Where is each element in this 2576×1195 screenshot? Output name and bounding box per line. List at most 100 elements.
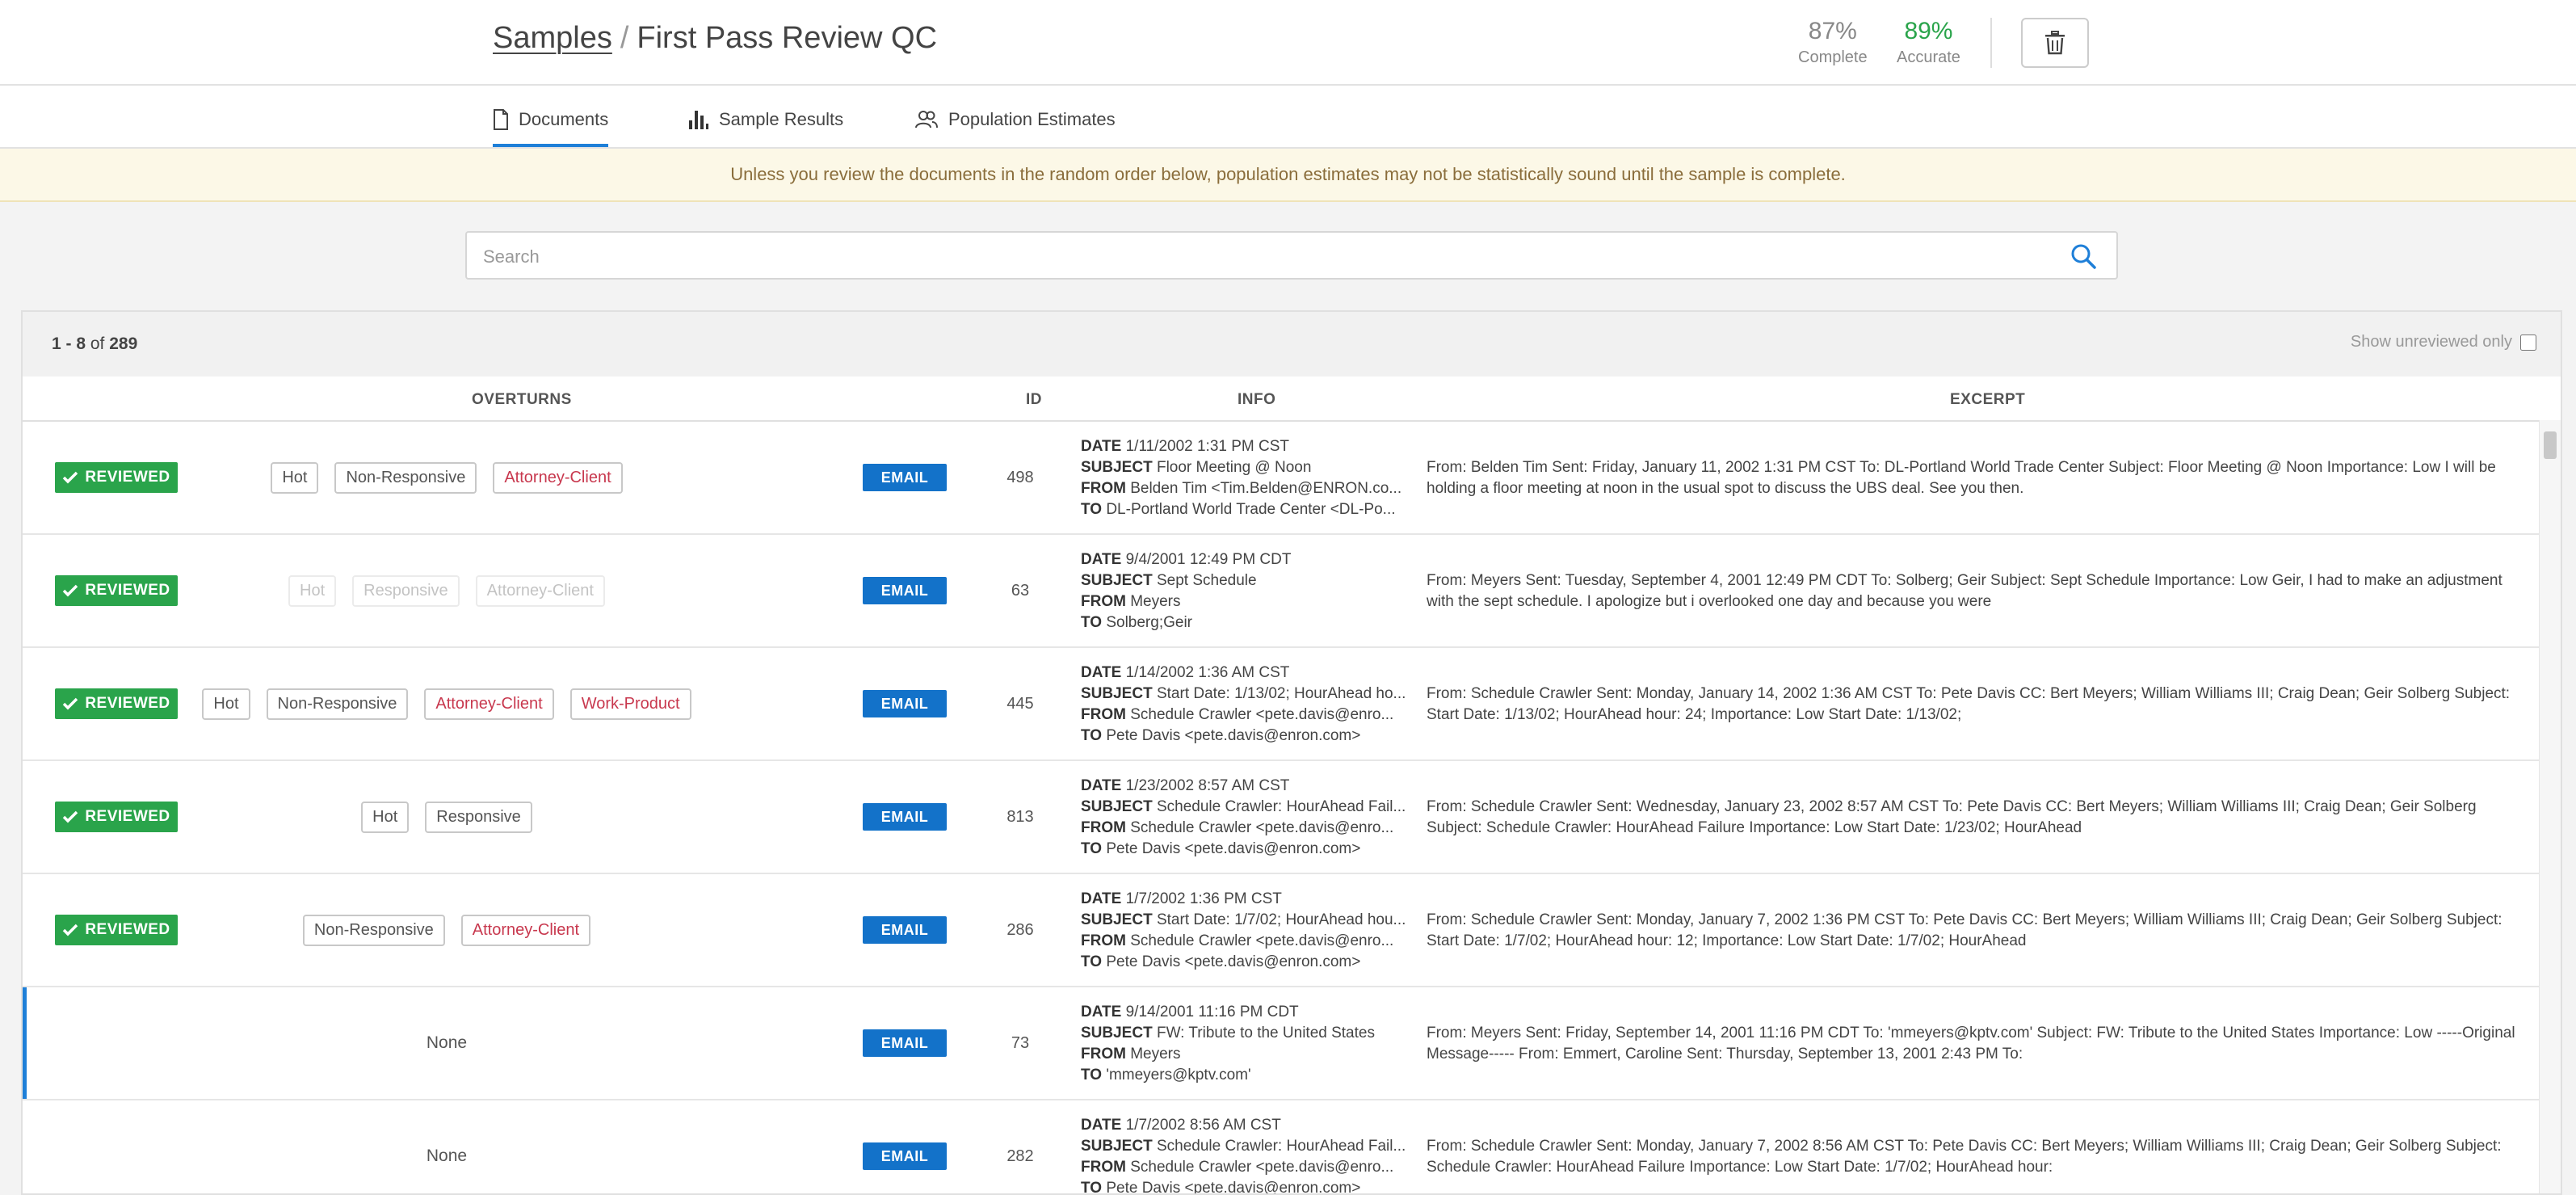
document-id: 286 [1006,921,1034,939]
info-subject: Schedule Crawler: HourAhead Fail... [1156,1138,1406,1155]
reviewed-badge: REVIEWED [55,462,178,493]
info-from-label: FROM [1081,593,1126,610]
table-header: OVERTURNS ID INFO EXCERPT [23,377,2561,422]
info-date: 1/14/2002 1:36 AM CST [1125,664,1290,681]
tab-population-estimates[interactable]: Population Estimates [914,103,1116,136]
info-subject: Schedule Crawler: HourAhead Fail... [1156,798,1406,815]
overturn-tags: Hot Non-Responsive Attorney-Client [208,422,685,533]
document-type-badge: EMAIL [863,1142,947,1170]
delete-sample-button[interactable] [2021,18,2089,68]
table-row-63[interactable]: REVIEWED Hot Responsive Attorney-Client EM… [23,535,2541,648]
complete-stat: 87% Complete [1798,18,1868,67]
info-date-label: DATE [1081,1117,1122,1134]
document-excerpt: From: Belden Tim Sent: Friday, January 1… [1427,459,2496,497]
no-overturns: None [426,1033,468,1052]
info-to-label: TO [1081,1180,1103,1195]
overturn-tag: Attorney-Client [475,574,605,607]
info-from-label: FROM [1081,819,1126,836]
reviewed-badge: REVIEWED [55,575,178,606]
page-header: Samples / First Pass Review QC 87% Complet… [0,0,2576,86]
search-input[interactable] [481,242,2003,271]
document-info: DATE 1/7/2002 8:56 AM CST SUBJECT Schedu… [1081,1115,1436,1195]
check-icon [63,810,78,823]
breadcrumb-samples[interactable]: Samples [493,21,612,55]
table-row-282[interactable]: None EMAIL 282 DATE 1/7/2002 8:56 AM CST… [23,1100,2541,1195]
info-to: Pete Davis <pete.davis@enron.com> [1106,1180,1361,1195]
document-info: DATE 9/4/2001 12:49 PM CDT SUBJECT Sept … [1081,549,1436,633]
check-icon [63,584,78,597]
info-date-label: DATE [1081,664,1122,681]
info-to-label: TO [1081,614,1103,631]
col-overturns: OVERTURNS [472,391,572,408]
breadcrumb-current: First Pass Review QC [637,21,938,55]
table-row-498[interactable]: REVIEWED Hot Non-Responsive Attorney-Clien… [23,422,2541,535]
warning-banner: Unless you review the documents in the r… [0,149,2576,202]
overturn-tag: Non-Responsive [334,461,477,494]
info-from-label: FROM [1081,932,1126,949]
info-to: Pete Davis <pete.davis@enron.com> [1106,840,1361,857]
info-subject-label: SUBJECT [1081,572,1153,589]
table-row-445[interactable]: REVIEWED Hot Non-Responsive Attorney-Clien… [23,648,2541,761]
info-date: 1/23/2002 8:57 AM CST [1125,777,1290,794]
overturn-tags: Hot Responsive [208,761,685,873]
table-row-813[interactable]: REVIEWED Hot Responsive EMAIL 813 DATE 1/… [23,761,2541,874]
info-from-label: FROM [1081,1046,1126,1062]
info-to: DL-Portland World Trade Center <DL-Po... [1106,501,1396,518]
info-date-label: DATE [1081,438,1122,455]
bar-chart-icon [689,111,708,129]
info-from: Schedule Crawler <pete.davis@enro... [1130,1159,1394,1176]
reviewed-label: REVIEWED [85,582,170,599]
scrollbar-thumb[interactable] [2544,431,2557,459]
tab-documents-label: Documents [519,109,609,129]
overturn-tags: None [208,987,685,1099]
reviewed-label: REVIEWED [85,921,170,938]
overturn-tag: Attorney-Client [424,688,554,720]
tab-documents[interactable]: Documents [493,103,609,147]
header-divider [1990,18,1992,68]
info-subject: Start Date: 1/7/02; HourAhead hou... [1156,911,1406,928]
info-subject: FW: Tribute to the United States [1156,1025,1375,1041]
check-icon [63,471,78,484]
overturn-tag: Hot [288,574,337,607]
overturn-tag: Work-Product [569,688,691,720]
show-unreviewed-toggle[interactable]: Show unreviewed only [2351,333,2536,351]
info-subject-label: SUBJECT [1081,459,1153,476]
info-date: 9/4/2001 12:49 PM CDT [1125,551,1292,568]
info-subject-label: SUBJECT [1081,798,1153,815]
overturn-tag: Non-Responsive [266,688,409,720]
overturn-tags: Hot Non-Responsive Attorney-Client Work-Pro… [202,648,691,759]
info-subject-label: SUBJECT [1081,911,1153,928]
info-date-label: DATE [1081,1004,1122,1020]
document-excerpt: From: Meyers Sent: Friday, September 14,… [1427,1025,2515,1062]
overturn-tag: Hot [361,801,410,833]
reviewed-badge: REVIEWED [55,915,178,945]
document-rows: REVIEWED Hot Non-Responsive Attorney-Clien… [23,422,2541,1195]
overturn-tag: Responsive [425,801,532,833]
info-from: Schedule Crawler <pete.davis@enro... [1130,819,1394,836]
document-excerpt: From: Schedule Crawler Sent: Monday, Jan… [1427,685,2511,723]
info-to-label: TO [1081,501,1103,518]
info-subject: Sept Schedule [1156,572,1257,589]
trash-icon [2045,31,2065,55]
reviewed-label: REVIEWED [85,808,170,825]
check-icon [63,697,78,710]
table-row-286[interactable]: REVIEWED Non-Responsive Attorney-Client E… [23,874,2541,987]
pagination-total: 289 [109,335,138,353]
pagination-summary: 1 - 8 of 289 [52,335,137,354]
document-excerpt: From: Schedule Crawler Sent: Monday, Jan… [1427,911,2502,949]
breadcrumb-separator: / [620,21,629,55]
info-subject-label: SUBJECT [1081,685,1153,702]
table-row-73[interactable]: None EMAIL 73 DATE 9/14/2001 11:16 PM CD… [23,987,2541,1100]
table-scrollbar[interactable] [2539,420,2561,1193]
info-from: Schedule Crawler <pete.davis@enro... [1130,932,1394,949]
info-subject: Start Date: 1/13/02; HourAhead ho... [1156,685,1406,702]
document-info: DATE 1/7/2002 1:36 PM CST SUBJECT Start … [1081,889,1436,973]
show-unreviewed-checkbox[interactable] [2520,334,2536,351]
pagination-range: 1 - 8 [52,335,86,353]
info-date: 1/11/2002 1:31 PM CST [1125,438,1290,455]
accurate-stat: 89% Accurate [1897,18,1960,67]
tab-sample-results[interactable]: Sample Results [688,103,843,136]
reviewed-label: REVIEWED [85,695,170,712]
overturn-tags: Non-Responsive Attorney-Client [208,874,685,986]
search-icon[interactable] [2070,242,2097,270]
